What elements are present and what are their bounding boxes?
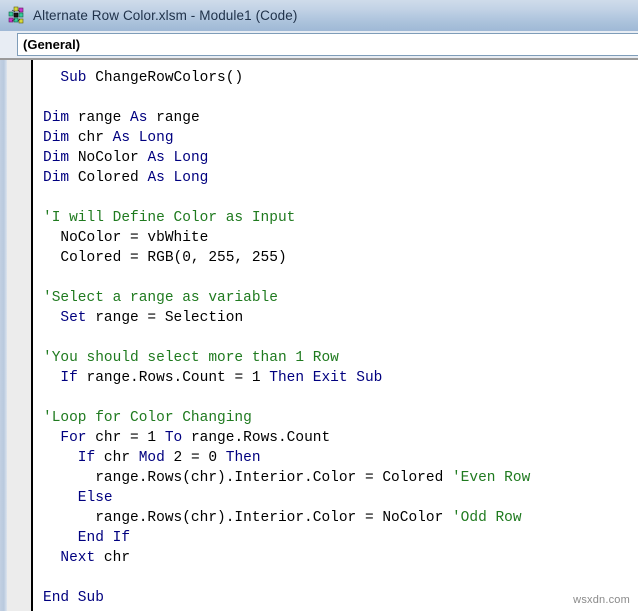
code-token-kw: Then Exit Sub — [269, 370, 382, 386]
code-token-kw: Dim — [43, 150, 78, 166]
code-line: Dim NoColor As Long — [43, 148, 638, 168]
code-line: 'I will Define Color as Input — [43, 208, 638, 228]
code-line — [43, 328, 638, 348]
code-token-id: ChangeRowColors() — [95, 70, 243, 86]
code-line: range.Rows(chr).Interior.Color = Colored… — [43, 468, 638, 488]
code-line: If range.Rows.Count = 1 Then Exit Sub — [43, 368, 638, 388]
code-token-kw: Else — [43, 490, 113, 506]
code-token-kw: For — [43, 430, 95, 446]
code-token-id: chr — [78, 130, 113, 146]
code-pane: Sub ChangeRowColors() Dim range As range… — [0, 58, 638, 611]
code-token-kw: As Long — [147, 150, 208, 166]
code-line: End If — [43, 528, 638, 548]
code-token-kw: As — [130, 110, 156, 126]
pane-left-strip — [0, 60, 7, 611]
code-token-kw: Set — [43, 310, 95, 326]
code-token-kw: As Long — [113, 130, 174, 146]
code-token-kw: As Long — [147, 170, 208, 186]
code-line: If chr Mod 2 = 0 Then — [43, 448, 638, 468]
code-line: For chr = 1 To range.Rows.Count — [43, 428, 638, 448]
code-token-kw: If — [43, 370, 87, 386]
code-token-id: range = Selection — [95, 310, 243, 326]
code-lines[interactable]: Sub ChangeRowColors() Dim range As range… — [33, 60, 638, 608]
vba-module-icon — [6, 6, 28, 26]
code-line: 'Select a range as variable — [43, 288, 638, 308]
code-token-id: chr = 1 — [95, 430, 165, 446]
code-token-kw: Then — [226, 450, 261, 466]
code-token-id: 2 = 0 — [174, 450, 226, 466]
code-line: NoColor = vbWhite — [43, 228, 638, 248]
code-token-id: range — [156, 110, 200, 126]
code-line: Set range = Selection — [43, 308, 638, 328]
code-line — [43, 268, 638, 288]
code-line: Sub ChangeRowColors() — [43, 68, 638, 88]
code-token-cmt: 'Loop for Color Changing — [43, 410, 252, 426]
code-line: Dim chr As Long — [43, 128, 638, 148]
code-token-id: chr — [104, 550, 130, 566]
code-token-kw: Sub — [43, 70, 95, 86]
code-token-id: NoColor — [78, 150, 148, 166]
code-token-id: chr — [104, 450, 139, 466]
code-line: Colored = RGB(0, 255, 255) — [43, 248, 638, 268]
code-line: 'Loop for Color Changing — [43, 408, 638, 428]
code-token-kw: End Sub — [43, 590, 104, 606]
code-token-id: Colored — [78, 170, 148, 186]
code-token-id: range.Rows(chr).Interior.Color = Colored — [43, 470, 452, 486]
code-token-kw: Mod — [139, 450, 174, 466]
code-token-kw: If — [43, 450, 104, 466]
code-token-cmt: 'Even Row — [452, 470, 530, 486]
code-line: Dim Colored As Long — [43, 168, 638, 188]
vba-editor-window: Alternate Row Color.xlsm - Module1 (Code… — [0, 0, 638, 611]
code-line — [43, 88, 638, 108]
code-token-cmt: 'You should select more than 1 Row — [43, 350, 339, 366]
code-token-id: Colored = RGB(0, 255, 255) — [43, 250, 287, 266]
code-token-cmt: 'Odd Row — [452, 510, 522, 526]
code-token-cmt: 'Select a range as variable — [43, 290, 278, 306]
code-line — [43, 568, 638, 588]
code-token-id: range — [78, 110, 130, 126]
code-line: Else — [43, 488, 638, 508]
code-token-id: range.Rows.Count = 1 — [87, 370, 270, 386]
code-token-id: range.Rows.Count — [191, 430, 330, 446]
object-dropdown[interactable]: (General) — [17, 33, 638, 56]
code-line: range.Rows(chr).Interior.Color = NoColor… — [43, 508, 638, 528]
code-line — [43, 188, 638, 208]
title-bar: Alternate Row Color.xlsm - Module1 (Code… — [0, 0, 638, 31]
window-title: Alternate Row Color.xlsm - Module1 (Code… — [33, 8, 297, 23]
code-token-kw: Dim — [43, 170, 78, 186]
object-dropdown-value: (General) — [23, 37, 80, 52]
code-token-id: range.Rows(chr).Interior.Color = NoColor — [43, 510, 452, 526]
object-procedure-bar: (General) — [0, 31, 638, 58]
code-line: 'You should select more than 1 Row — [43, 348, 638, 368]
code-token-id: NoColor = vbWhite — [43, 230, 208, 246]
code-line: Dim range As range — [43, 108, 638, 128]
code-token-kw: Dim — [43, 130, 78, 146]
code-text-area[interactable]: Sub ChangeRowColors() Dim range As range… — [33, 60, 638, 611]
watermark: wsxdn.com — [573, 594, 630, 606]
code-line — [43, 388, 638, 408]
code-token-kw: Next — [43, 550, 104, 566]
code-gutter[interactable] — [7, 60, 31, 611]
code-token-cmt: 'I will Define Color as Input — [43, 210, 295, 226]
code-token-kw: Dim — [43, 110, 78, 126]
code-token-kw: End If — [43, 530, 130, 546]
code-token-kw: To — [165, 430, 191, 446]
code-line: Next chr — [43, 548, 638, 568]
code-line: End Sub — [43, 588, 638, 608]
